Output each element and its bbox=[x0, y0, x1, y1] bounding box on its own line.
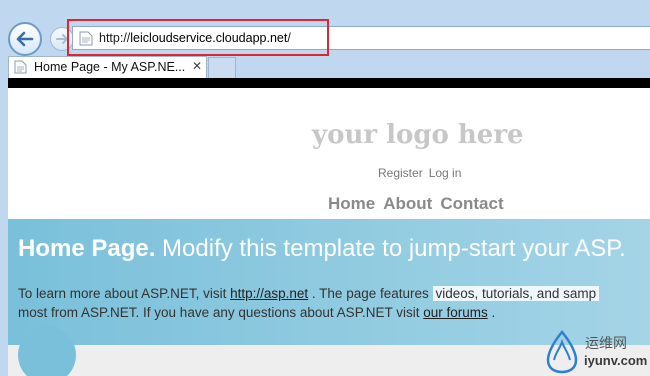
window-frame bbox=[0, 78, 8, 376]
menu-item-home[interactable]: Home bbox=[328, 194, 375, 213]
asp-net-link[interactable]: http://asp.net bbox=[230, 286, 308, 301]
main-menu: Home About Contact bbox=[328, 194, 512, 214]
watermark-url: iyunv.com bbox=[584, 353, 648, 368]
register-link[interactable]: Register bbox=[378, 166, 423, 180]
login-links: Register Log in bbox=[378, 166, 467, 180]
address-highlight-box bbox=[67, 19, 329, 56]
featured-highlight: videos, tutorials, and samp bbox=[432, 286, 600, 301]
close-tab-icon[interactable]: ✕ bbox=[192, 59, 202, 73]
watermark: 运维网 iyunv.com bbox=[542, 330, 648, 374]
page-icon bbox=[14, 60, 27, 74]
toolbar-strip bbox=[8, 78, 650, 88]
tab-home-page[interactable]: Home Page - My ASP.NE... ✕ bbox=[8, 56, 207, 78]
back-arrow-icon bbox=[16, 31, 34, 47]
watermark-logo-icon bbox=[546, 330, 578, 374]
new-tab-button[interactable] bbox=[208, 57, 236, 78]
featured-section: Home Page. Modify this template to jump-… bbox=[8, 219, 650, 345]
featured-title: Home Page. Modify this template to jump-… bbox=[18, 235, 626, 262]
featured-text: To learn more about ASP.NET, visit http:… bbox=[18, 284, 600, 322]
back-button[interactable] bbox=[8, 22, 42, 56]
site-logo[interactable]: your logo here bbox=[312, 120, 524, 150]
tab-title: Home Page - My ASP.NE... bbox=[34, 60, 186, 74]
login-link[interactable]: Log in bbox=[429, 166, 462, 180]
watermark-text: 运维网 bbox=[585, 335, 627, 351]
menu-item-about[interactable]: About bbox=[383, 194, 432, 213]
forums-link[interactable]: our forums bbox=[423, 305, 488, 320]
menu-item-contact[interactable]: Contact bbox=[440, 194, 503, 213]
decorative-circle bbox=[18, 326, 76, 376]
